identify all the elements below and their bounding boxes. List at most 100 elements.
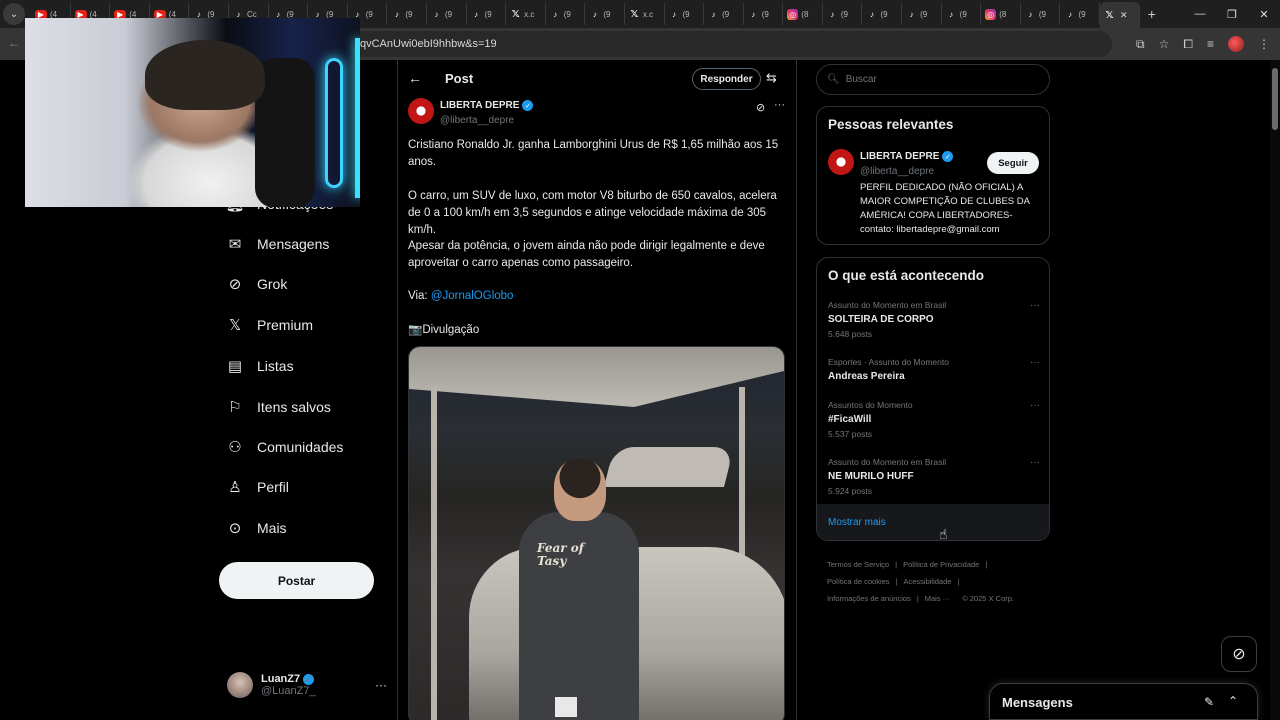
reply-button[interactable]: Responder xyxy=(692,68,761,90)
avatar[interactable] xyxy=(828,149,854,175)
toolbar-icons: ⧉ ☆ ⧠ ≡ ⋮ xyxy=(1136,28,1280,60)
browser-tab[interactable]: ♪ (9 xyxy=(902,3,942,25)
footer-terms[interactable]: Termos de Serviço xyxy=(827,560,889,569)
footer-ads[interactable]: Informações de anúncios xyxy=(827,594,911,603)
trending-panel: O que está acontecendo Assunto do Moment… xyxy=(816,257,1050,542)
verified-badge-icon: ✓ xyxy=(303,673,315,686)
author-avatar[interactable] xyxy=(408,98,434,124)
browser-tab-active[interactable]: 𝕏 ✕ xyxy=(1100,2,1140,28)
install-app-icon[interactable]: ⧉ xyxy=(1136,37,1145,52)
scrollbar-thumb[interactable] xyxy=(1272,68,1278,130)
tab-label: (9 xyxy=(365,9,373,19)
trend-more-icon[interactable]: ··· xyxy=(1030,457,1040,468)
author-handle[interactable]: @liberta__depre xyxy=(440,115,514,126)
show-more-link[interactable]: Mostrar mais xyxy=(817,504,1049,540)
browser-tab[interactable]: ♪ (9 xyxy=(1021,3,1061,25)
browser-tab[interactable]: ◎ (8 xyxy=(783,3,823,25)
mention-link[interactable]: @JornalOGlobo xyxy=(431,290,514,302)
relevant-handle[interactable]: @liberta__depre xyxy=(860,166,934,177)
back-arrow-icon[interactable]: ← xyxy=(408,70,422,86)
browser-tab[interactable]: ♪ (9 xyxy=(1060,3,1101,25)
grok-floating-button[interactable]: ⊘ xyxy=(1221,636,1257,672)
new-message-icon[interactable]: ✎ xyxy=(1204,695,1214,709)
nav-grok[interactable]: ⊘ Grok xyxy=(227,276,288,293)
trend-meta: Esportes · Assunto do Momento xyxy=(828,357,949,367)
footer-copyright: © 2025 X Corp. xyxy=(962,594,1014,603)
browser-tab[interactable]: ♪ (9 xyxy=(823,3,863,25)
browser-tab[interactable]: ♪ (9 xyxy=(467,3,507,25)
reply-settings-icon[interactable]: ⇆ xyxy=(766,70,777,86)
search-input[interactable]: 🔍︎ Buscar xyxy=(816,64,1050,95)
account-switcher[interactable]: LuanZ7 ✓ @LuanZ7_ ··· xyxy=(227,672,387,698)
url-field[interactable]: qvCAnUwi0ebI9hhbw&s=19 xyxy=(352,31,1112,57)
footer-cookies[interactable]: Política de cookies xyxy=(827,577,890,586)
nav-more[interactable]: ⊙ Mais xyxy=(227,520,287,537)
browser-tab[interactable]: ♪ (9 xyxy=(427,3,467,25)
tab-label: (9 xyxy=(444,9,453,19)
follow-button[interactable]: Seguir xyxy=(987,152,1039,174)
footer-accessibility[interactable]: Acessibilidade xyxy=(904,577,952,586)
browser-tab[interactable]: ♪ (9 xyxy=(665,3,705,25)
browser-tab[interactable]: ♪ (9 xyxy=(546,3,586,25)
trend-item[interactable]: Assunto do Momento em Brasil SOLTEIRA DE… xyxy=(828,300,1040,339)
nav-profile[interactable]: ♙ Perfil xyxy=(227,479,289,496)
browser-tab[interactable]: ♪ (9 xyxy=(942,3,982,25)
account-more-icon[interactable]: ··· xyxy=(375,678,387,692)
browser-menu-icon[interactable]: ⋮ xyxy=(1258,37,1270,51)
browser-tab[interactable]: ♪ (9 xyxy=(387,3,427,25)
grok-explain-icon[interactable]: ⊘ xyxy=(756,101,765,114)
account-names: LuanZ7 ✓ @LuanZ7_ xyxy=(261,673,316,697)
x-icon: 𝕏 xyxy=(630,8,639,20)
restore-icon[interactable]: ❐ xyxy=(1216,0,1248,28)
browser-tab[interactable]: ♪ (9 xyxy=(704,3,744,25)
trend-meta: Assunto do Momento em Brasil xyxy=(828,457,947,467)
trend-item[interactable]: Assunto do Momento em Brasil NE MURILO H… xyxy=(828,457,1040,496)
photo-canopy xyxy=(409,347,784,407)
browser-back-icon[interactable]: ← xyxy=(8,36,20,50)
trend-item[interactable]: Esportes · Assunto do Momento Andreas Pe… xyxy=(828,357,1040,386)
grok-icon: ⊘ xyxy=(1232,646,1246,663)
footer-more[interactable]: Mais ··· xyxy=(925,594,950,603)
photo-hoodie-print: Fear of Tasy xyxy=(537,541,584,568)
browser-tab[interactable]: 𝕏x.c xyxy=(506,3,546,25)
tiktok-icon: ♪ xyxy=(711,9,716,19)
tab-label: (9 xyxy=(563,9,571,19)
trend-more-icon[interactable]: ··· xyxy=(1030,400,1040,411)
nav-lists-label: Listas xyxy=(257,358,294,374)
browser-profile-avatar[interactable] xyxy=(1228,36,1244,52)
bookmark-star-icon[interactable]: ☆ xyxy=(1159,37,1170,51)
relevant-name[interactable]: LIBERTA DEPRE xyxy=(860,151,939,162)
trend-more-icon[interactable]: ··· xyxy=(1030,300,1040,311)
nav-communities[interactable]: ⚇ Comunidades xyxy=(227,439,343,456)
minimize-icon[interactable]: — xyxy=(1184,0,1216,28)
nav-bookmarks[interactable]: ⚐ Itens salvos xyxy=(227,399,331,416)
tab-search-button[interactable]: ⌄ xyxy=(3,3,25,25)
trend-count: 5.648 posts xyxy=(828,329,872,339)
author-name-row: LIBERTA DEPRE ✓ xyxy=(440,100,534,111)
close-tab-icon[interactable]: ✕ xyxy=(1120,10,1128,21)
post-more-icon[interactable]: ··· xyxy=(774,99,785,111)
close-window-icon[interactable]: ✕ xyxy=(1248,0,1280,28)
page-scrollbar[interactable] xyxy=(1270,60,1280,720)
extensions-icon[interactable]: ⧠ xyxy=(1183,37,1193,52)
messages-drawer[interactable]: Mensagens ✎ ⌃ xyxy=(989,683,1258,720)
expand-up-icon[interactable]: ⌃ xyxy=(1228,694,1238,708)
browser-tab[interactable]: ♪ (9 xyxy=(744,3,784,25)
post-button[interactable]: Postar xyxy=(219,562,374,599)
new-tab-button[interactable]: + xyxy=(1148,6,1156,22)
browser-tab[interactable]: ♪ (9 xyxy=(585,3,625,25)
browser-tab[interactable]: ♪ (9 xyxy=(862,3,903,25)
browser-tab[interactable]: 𝕏x.c xyxy=(625,3,665,25)
nav-premium[interactable]: 𝕏 Premium xyxy=(227,317,313,334)
nav-lists[interactable]: ▤ Listas xyxy=(227,358,294,375)
reading-list-icon[interactable]: ≡ xyxy=(1207,37,1214,51)
footer-privacy[interactable]: Política de Privacidade xyxy=(903,560,979,569)
post-photo[interactable]: Fear of Tasy xyxy=(408,346,785,720)
author-name[interactable]: LIBERTA DEPRE xyxy=(440,100,519,111)
tab-label: (9 xyxy=(484,9,492,19)
nav-messages[interactable]: ✉ Mensagens xyxy=(227,236,330,253)
relevant-bio: PERFIL DEDICADO (NÃO OFICIAL) A MAIOR CO… xyxy=(860,182,1030,235)
browser-tab[interactable]: ◎ (8 xyxy=(981,3,1021,25)
trend-more-icon[interactable]: ··· xyxy=(1030,357,1040,368)
trend-item[interactable]: Assuntos do Momento #FicaWill 5.537 post… xyxy=(828,400,1040,439)
